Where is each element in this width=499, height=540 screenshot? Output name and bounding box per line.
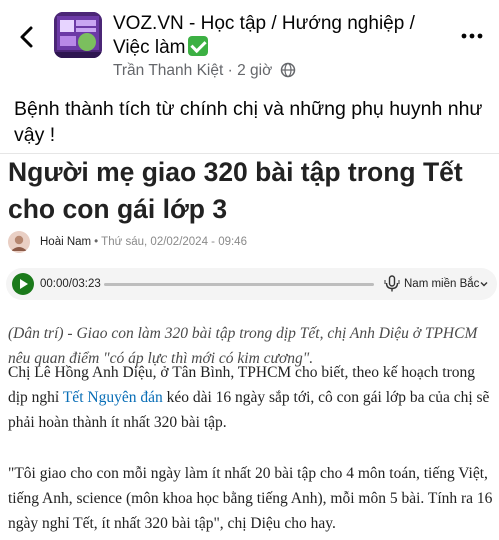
byline-dot: • — [94, 236, 99, 248]
meta-separator: · — [227, 62, 233, 79]
back-button[interactable] — [14, 24, 40, 50]
group-name-text: VOZ.VN - Học tập / Hướng nghiệp / Việc l… — [113, 13, 415, 58]
article-title: Người mẹ giao 320 bài tập trong Tết cho … — [8, 157, 463, 224]
post-author[interactable]: Trần Thanh Kiệt — [113, 62, 223, 79]
article-date: Thứ sáu, 02/02/2024 - 09:46 — [101, 236, 247, 248]
microphone-icon — [384, 275, 400, 292]
audio-player: 00:00/03:23 Nam miền Bắc — [6, 268, 497, 300]
article-paragraph-2: "Tôi giao cho con mỗi ngày làm ít nhất 2… — [8, 465, 493, 532]
post-caption: Bệnh thành tích từ chính chị và những ph… — [14, 98, 483, 146]
chevron-left-icon — [20, 26, 33, 48]
voice-select[interactable]: Nam miền Bắc — [404, 278, 479, 290]
audio-time: 00:00/03:23 — [40, 278, 101, 290]
group-avatar[interactable] — [54, 12, 102, 58]
play-button[interactable] — [12, 273, 34, 295]
chevron-down-icon — [480, 282, 488, 287]
article-byline: Hoài Nam • Thứ sáu, 02/02/2024 - 09:46 — [40, 236, 247, 248]
article-paragraph-1: Chị Lê Hồng Anh Diệu, ở Tân Bình, TPHCM … — [8, 360, 496, 435]
article-author[interactable]: Hoài Nam — [40, 236, 91, 248]
globe-icon — [280, 62, 295, 78]
author-avatar — [8, 231, 30, 253]
audio-progress-track[interactable] — [104, 283, 374, 286]
post-time[interactable]: 2 giờ — [237, 62, 272, 79]
more-options-icon[interactable] — [460, 28, 484, 44]
verified-check-icon — [187, 36, 208, 56]
group-name[interactable]: VOZ.VN - Học tập / Hướng nghiệp / Việc l… — [113, 12, 443, 60]
post-header: VOZ.VN - Học tập / Hướng nghiệp / Việc l… — [0, 0, 499, 88]
tet-nguyen-dan-link[interactable]: Tết Nguyên đán — [63, 389, 163, 406]
post-meta: Trần Thanh Kiệt · 2 giờ — [113, 62, 296, 80]
